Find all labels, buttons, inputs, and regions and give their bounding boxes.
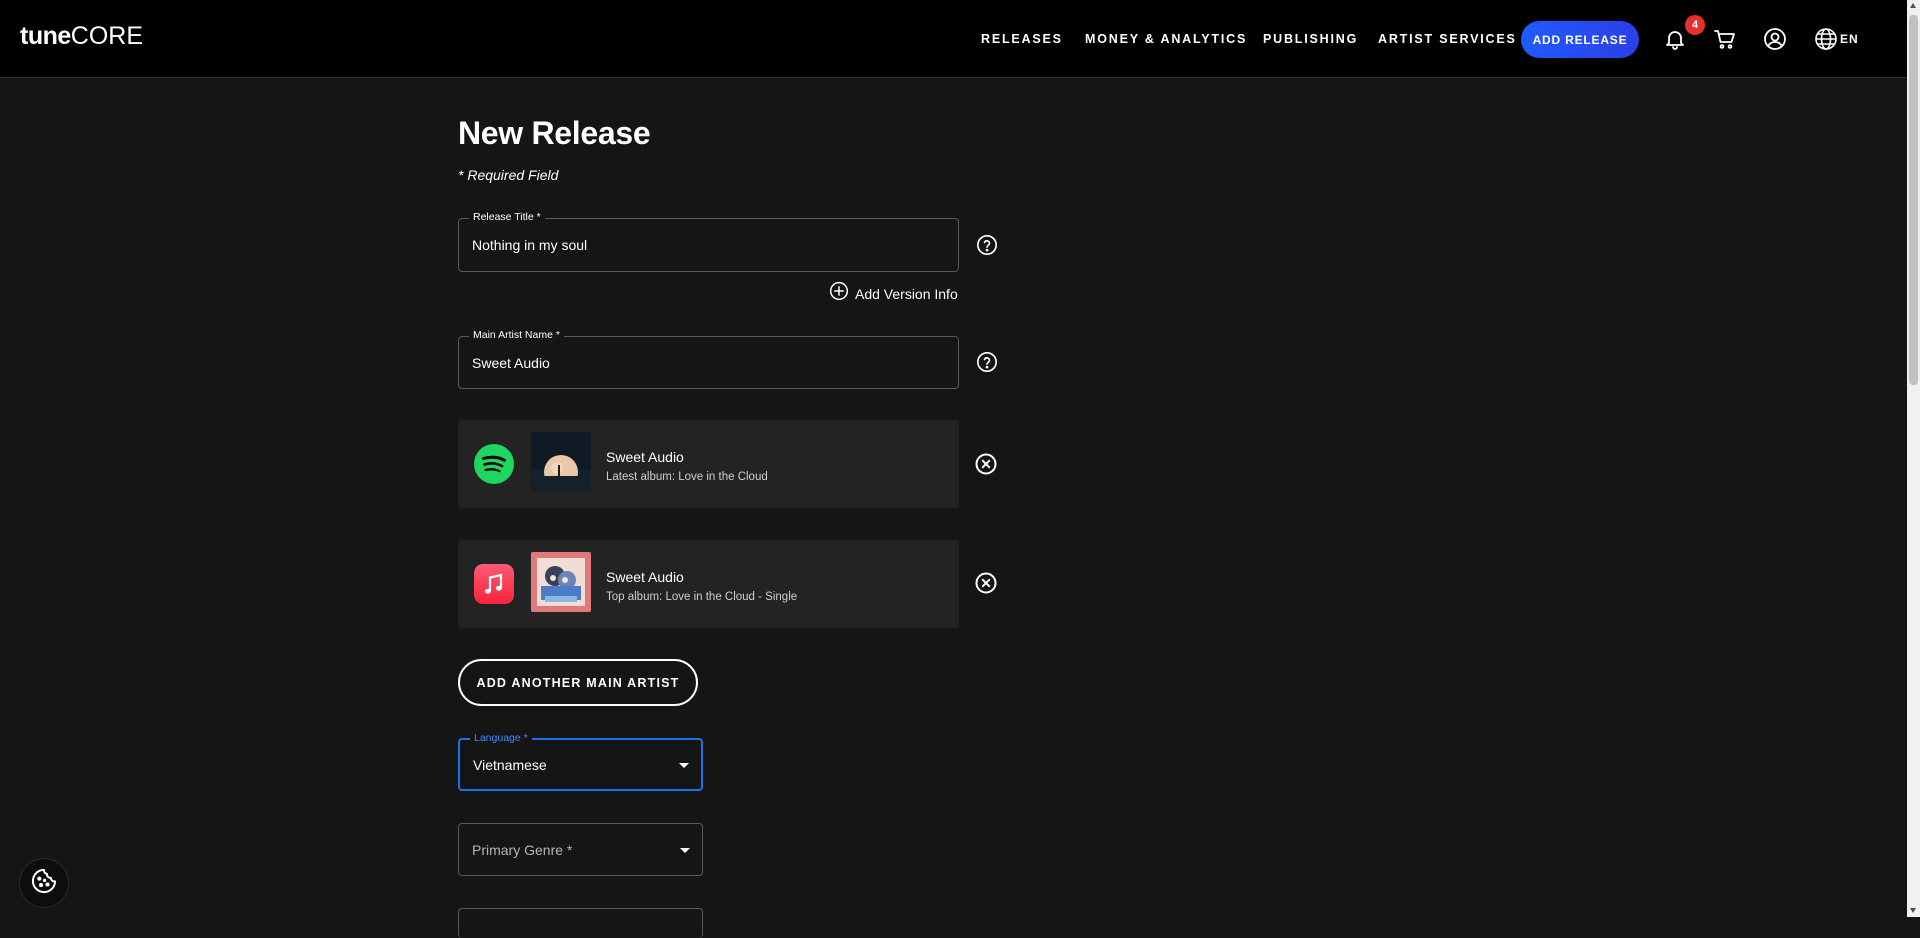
spotify-album-cover	[531, 432, 591, 492]
release-title-label: Release Title *	[469, 211, 545, 223]
language-select[interactable]: Language * Vietnamese	[458, 732, 703, 791]
language-label: Language *	[470, 732, 532, 744]
add-version-info-button[interactable]: Add Version Info	[829, 281, 958, 306]
main-artist-name-field[interactable]: Main Artist Name * Sweet Audio	[458, 329, 959, 389]
apple-music-artist-card: Sweet Audio Top album: Love in the Cloud…	[458, 540, 959, 628]
bell-icon[interactable]	[1663, 27, 1687, 51]
add-circle-icon	[829, 281, 849, 306]
logo-text-core: CORE	[70, 22, 144, 50]
language-value: Vietnamese	[473, 756, 547, 773]
page-title: New Release	[458, 115, 651, 151]
spotify-artist-card: Sweet Audio Latest album: Love in the Cl…	[458, 420, 959, 508]
nav-publishing[interactable]: PUBLISHING	[1263, 32, 1358, 46]
main-artist-name-label: Main Artist Name *	[469, 329, 564, 341]
tunecore-logo[interactable]: tuneCORE	[20, 22, 143, 51]
release-title-help-icon[interactable]	[976, 234, 998, 256]
scroll-up-arrow[interactable]	[1910, 3, 1916, 8]
apple-music-album-cover	[531, 552, 591, 612]
apple-music-artist-subtitle: Top album: Love in the Cloud - Single	[606, 591, 798, 603]
add-another-main-artist-button[interactable]: ADD ANOTHER MAIN ARTIST	[458, 659, 698, 706]
next-form-field[interactable]	[458, 908, 703, 938]
add-version-info-label: Add Version Info	[855, 285, 958, 302]
main-artist-name-value[interactable]: Sweet Audio	[472, 355, 550, 371]
user-icon[interactable]	[1763, 27, 1787, 51]
spotify-icon	[474, 444, 514, 484]
page-scrollbar[interactable]	[1907, 0, 1920, 917]
spotify-artist-subtitle: Latest album: Love in the Cloud	[606, 471, 768, 483]
add-release-button[interactable]: ADD RELEASE	[1521, 21, 1639, 58]
top-nav-bar: tuneCORE RELEASES MONEY & ANALYTICS PUBL…	[0, 0, 1907, 78]
scroll-down-arrow[interactable]	[1910, 908, 1916, 913]
notification-badge: 4	[1685, 15, 1705, 35]
spotify-artist-name: Sweet Audio	[606, 449, 684, 465]
main-artist-help-icon[interactable]	[976, 351, 998, 373]
language-selector[interactable]: EN	[1840, 32, 1859, 46]
nav-money-analytics[interactable]: MONEY & ANALYTICS	[1085, 32, 1247, 46]
nav-releases[interactable]: RELEASES	[981, 32, 1063, 46]
globe-icon[interactable]	[1814, 27, 1838, 51]
logo-text-tune: tune	[20, 22, 71, 50]
apple-music-artist-name: Sweet Audio	[606, 569, 684, 585]
remove-apple-music-artist-icon[interactable]	[974, 571, 998, 595]
cart-icon[interactable]	[1713, 27, 1737, 51]
chevron-down-icon	[680, 847, 690, 853]
release-title-field[interactable]: Release Title * Nothing in my soul	[458, 211, 959, 272]
cookie-settings-button[interactable]	[19, 858, 69, 908]
primary-genre-placeholder: Primary Genre *	[472, 841, 573, 858]
primary-genre-select[interactable]: Primary Genre *	[458, 823, 703, 876]
nav-artist-services[interactable]: ARTIST SERVICES	[1378, 32, 1517, 46]
chevron-down-icon	[679, 762, 689, 768]
apple-music-icon	[474, 564, 514, 604]
remove-spotify-artist-icon[interactable]	[974, 452, 998, 476]
required-field-note: * Required Field	[458, 167, 559, 183]
cookie-icon	[30, 867, 58, 900]
scroll-thumb[interactable]	[1909, 15, 1918, 385]
release-title-value[interactable]: Nothing in my soul	[472, 237, 587, 253]
